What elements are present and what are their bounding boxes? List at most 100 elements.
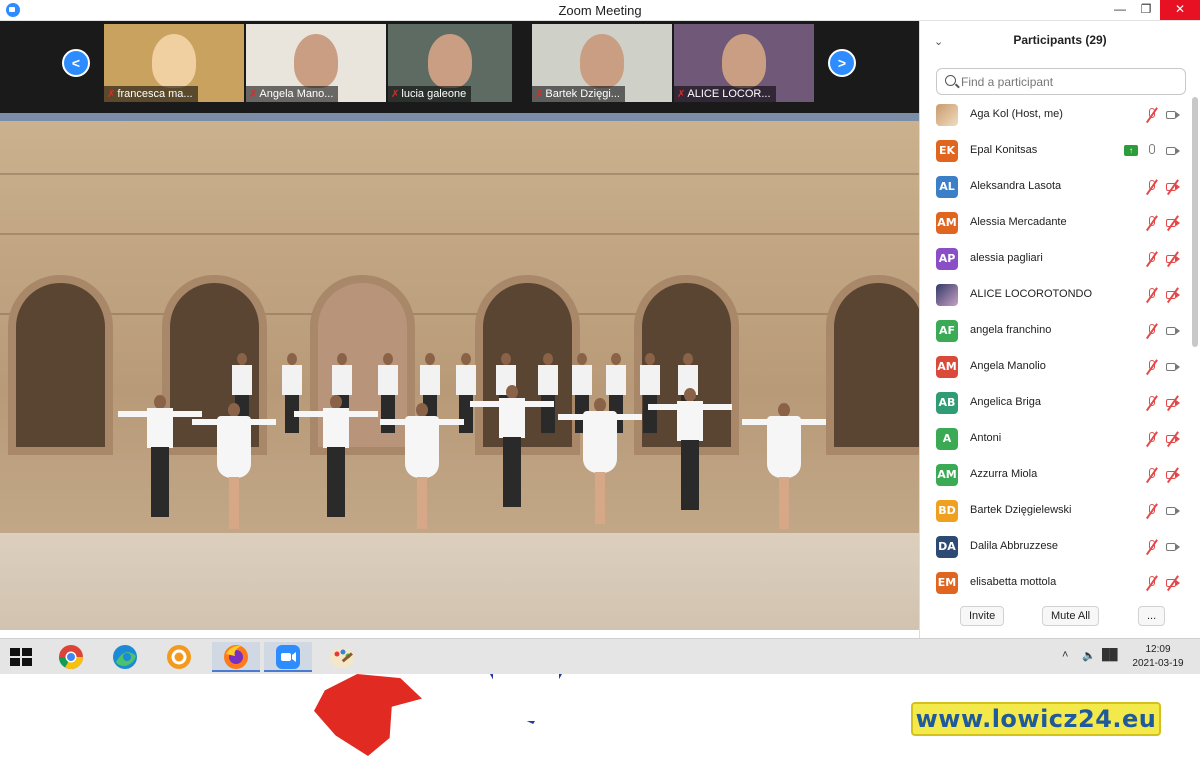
mic-icon[interactable] bbox=[1144, 143, 1160, 159]
camera-off-icon[interactable] bbox=[1165, 431, 1181, 447]
participant-row[interactable]: AF angela franchino bbox=[920, 313, 1192, 349]
speaker-icon[interactable]: 🔈 bbox=[1082, 649, 1096, 662]
zoom-screen: Zoom Meeting — ❐ ✕ < ✗ francesca ma... ✗ A… bbox=[0, 0, 1200, 766]
prev-page-button[interactable]: < bbox=[62, 49, 90, 77]
next-page-button[interactable]: > bbox=[828, 49, 856, 77]
video-thumbnail[interactable]: ✗ Angela Mano... bbox=[246, 24, 386, 102]
edge-icon[interactable] bbox=[110, 642, 140, 672]
participant-name: Azzurra Miola bbox=[970, 468, 1038, 480]
participant-row[interactable]: A Antoni bbox=[920, 421, 1192, 457]
participant-row[interactable]: AM Alessia Mercadante bbox=[920, 205, 1192, 241]
mic-muted-icon[interactable] bbox=[1144, 503, 1160, 519]
participant-row[interactable]: EK Epal Konitsas ↑ bbox=[920, 133, 1192, 169]
camera-off-icon[interactable] bbox=[1165, 179, 1181, 195]
chrome-icon[interactable] bbox=[56, 642, 86, 672]
network-icon[interactable]: ██ bbox=[1102, 649, 1118, 661]
camera-off-icon[interactable] bbox=[1165, 467, 1181, 483]
dancer bbox=[192, 403, 276, 543]
camera-icon[interactable] bbox=[1165, 503, 1181, 519]
participant-list-scrollbar[interactable] bbox=[1192, 97, 1198, 347]
avatar: EM bbox=[936, 572, 958, 594]
mic-muted-icon[interactable] bbox=[1144, 107, 1160, 123]
invite-button[interactable]: Invite bbox=[960, 606, 1005, 626]
mic-muted-icon[interactable] bbox=[1144, 287, 1160, 303]
musician bbox=[456, 353, 476, 443]
participant-search[interactable] bbox=[936, 68, 1186, 95]
more-options-button[interactable]: ... bbox=[1138, 606, 1166, 626]
mic-muted-icon: ✗ bbox=[535, 89, 544, 100]
participant-row[interactable]: Aga Kol (Host, me) bbox=[920, 97, 1192, 133]
dancer bbox=[118, 395, 202, 535]
avatar-photo bbox=[936, 104, 958, 126]
camera-off-icon[interactable] bbox=[1165, 575, 1181, 591]
camera-icon[interactable] bbox=[1165, 143, 1181, 159]
mute-all-button[interactable]: Mute All bbox=[1042, 606, 1100, 626]
avatar: A bbox=[936, 428, 958, 450]
participant-video bbox=[428, 34, 472, 88]
camera-icon[interactable] bbox=[1165, 323, 1181, 339]
participant-row[interactable]: AB Angelica Briga bbox=[920, 385, 1192, 421]
musician bbox=[378, 353, 398, 443]
red-graphic bbox=[314, 674, 422, 756]
participant-name: Angela Manolio bbox=[970, 360, 1046, 372]
mic-muted-icon[interactable] bbox=[1144, 539, 1160, 555]
mic-muted-icon[interactable] bbox=[1144, 251, 1160, 267]
video-thumbnail[interactable]: ✗ ALICE LOCOR... bbox=[674, 24, 814, 102]
stone-course bbox=[0, 313, 919, 315]
participant-name: Aga Kol (Host, me) bbox=[970, 108, 1063, 120]
camera-icon[interactable] bbox=[1165, 539, 1181, 555]
camera-icon[interactable] bbox=[1165, 359, 1181, 375]
camera-icon[interactable] bbox=[1165, 107, 1181, 123]
video-thumbnail[interactable]: ✗ francesca ma... bbox=[104, 24, 244, 102]
video-thumbnail[interactable]: ✗ Bartek Dzięgi... bbox=[532, 24, 672, 102]
stone-arch bbox=[8, 275, 113, 455]
thumbnail-label: ✗ Bartek Dzięgi... bbox=[532, 86, 625, 102]
mic-muted-icon[interactable] bbox=[1144, 575, 1160, 591]
mic-muted-icon[interactable] bbox=[1144, 467, 1160, 483]
settings-icon[interactable] bbox=[164, 642, 194, 672]
mic-muted-icon[interactable] bbox=[1144, 323, 1160, 339]
stone-arch bbox=[826, 275, 919, 455]
video-thumbnail[interactable]: ✗ lucia galeone bbox=[388, 24, 512, 102]
thumbnail-label: ✗ lucia galeone bbox=[388, 86, 472, 102]
camera-off-icon[interactable] bbox=[1165, 395, 1181, 411]
title-bar: Zoom Meeting — ❐ ✕ bbox=[0, 0, 1200, 21]
participant-row[interactable]: AM Azzurra Miola bbox=[920, 457, 1192, 493]
start-icon[interactable] bbox=[10, 648, 32, 666]
mic-muted-icon[interactable] bbox=[1144, 359, 1160, 375]
dancer bbox=[742, 403, 826, 543]
mic-muted-icon: ✗ bbox=[391, 89, 400, 100]
participant-row[interactable]: BD Bartek Dzięgielewski bbox=[920, 493, 1192, 529]
avatar: AM bbox=[936, 464, 958, 486]
participant-row[interactable]: ALICE LOCOROTONDO bbox=[920, 277, 1192, 313]
camera-off-icon[interactable] bbox=[1165, 251, 1181, 267]
share-screen-icon: ↑ bbox=[1124, 145, 1138, 156]
mic-muted-icon[interactable] bbox=[1144, 431, 1160, 447]
chevron-up-icon[interactable]: ˄ bbox=[1062, 649, 1068, 661]
taskbar: ˄ 🔈 ██ 12:09 2021-03-19 bbox=[0, 638, 1200, 674]
dancer bbox=[558, 398, 642, 538]
firefox-icon[interactable] bbox=[212, 642, 260, 672]
participant-row[interactable]: EM elisabetta mottola bbox=[920, 565, 1192, 597]
mic-muted-icon[interactable] bbox=[1144, 179, 1160, 195]
taskbar-clock[interactable]: 12:09 2021-03-19 bbox=[1128, 643, 1188, 671]
restore-button[interactable]: ❐ bbox=[1132, 0, 1160, 20]
participant-row[interactable]: DA Dalila Abbruzzese bbox=[920, 529, 1192, 565]
participant-row[interactable]: AM Angela Manolio bbox=[920, 349, 1192, 385]
paint-icon[interactable] bbox=[318, 642, 366, 672]
participant-row[interactable]: AL Aleksandra Lasota bbox=[920, 169, 1192, 205]
participant-row[interactable]: AP alessia pagliari bbox=[920, 241, 1192, 277]
mic-muted-icon[interactable] bbox=[1144, 395, 1160, 411]
participant-name: elisabetta mottola bbox=[970, 576, 1057, 588]
camera-off-icon[interactable] bbox=[1165, 215, 1181, 231]
minimize-button[interactable]: — bbox=[1106, 0, 1134, 20]
participant-video bbox=[152, 34, 196, 88]
avatar: BD bbox=[936, 500, 958, 522]
avatar: AB bbox=[936, 392, 958, 414]
mic-muted-icon: ✗ bbox=[107, 89, 116, 100]
camera-off-icon[interactable] bbox=[1165, 287, 1181, 303]
zoom-icon[interactable] bbox=[264, 642, 312, 672]
close-button[interactable]: ✕ bbox=[1160, 0, 1200, 20]
mic-muted-icon[interactable] bbox=[1144, 215, 1160, 231]
search-input[interactable] bbox=[961, 73, 1181, 91]
